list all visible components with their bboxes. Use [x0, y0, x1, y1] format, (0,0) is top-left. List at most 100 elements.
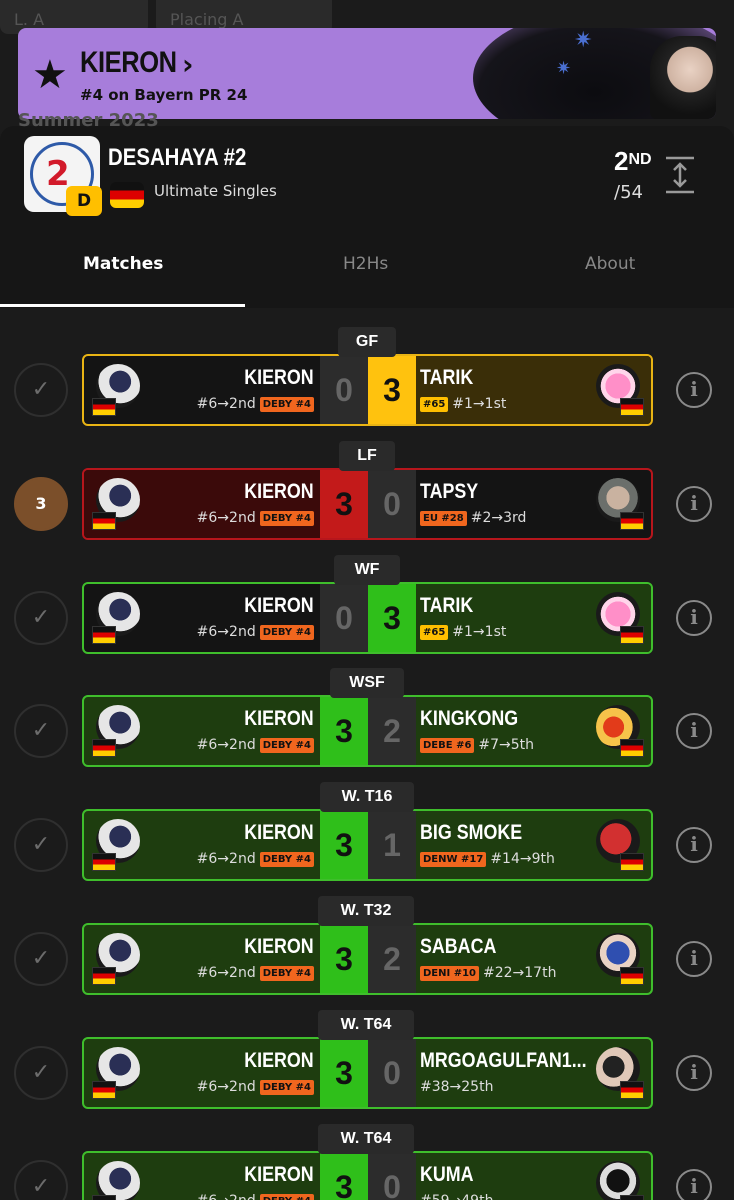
match-row[interactable]: 3 KIERON #6→2nd DEBY #4 3 0 TAPSY EU #28…	[0, 441, 734, 555]
right-score: 0	[368, 470, 416, 538]
germany-flag-icon	[620, 967, 644, 985]
check-icon[interactable]: ✓	[14, 363, 68, 417]
right-player-name: TARIK	[420, 366, 474, 389]
check-icon[interactable]: ✓	[14, 818, 68, 872]
left-avatar	[92, 933, 142, 985]
right-seed: #2→3rd	[470, 510, 527, 526]
right-seed: #59→49th	[420, 1193, 493, 1200]
right-avatar	[592, 1161, 644, 1200]
left-avatar	[92, 478, 142, 530]
info-icon[interactable]: i	[676, 941, 712, 977]
player-banner[interactable]: ✷ ✷ ★ KIERON › #4 on Bayern PR 24	[18, 28, 716, 119]
match-card[interactable]: KIERON #6→2nd DEBY #4 3 2 SABACA DENI #1…	[82, 923, 653, 995]
match-card[interactable]: KIERON #6→2nd DEBY #4 0 3 TARIK #65 #1→1…	[82, 582, 653, 654]
right-score: 2	[368, 925, 416, 993]
left-player-name: KIERON	[244, 1163, 314, 1186]
tier-badge: D	[66, 186, 102, 216]
expand-collapse-icon[interactable]	[664, 156, 696, 194]
right-avatar	[592, 1047, 644, 1099]
tab-matches[interactable]: Matches	[83, 254, 163, 274]
left-pr-tag: DEBY #4	[259, 1079, 314, 1095]
germany-flag-icon	[620, 739, 644, 757]
left-player: KIERON #6→2nd DEBY #4	[84, 356, 320, 424]
match-row[interactable]: ✓ KIERON #6→2nd DEBY #4 0 3 TARIK #65 #1…	[0, 555, 734, 669]
player-ranking: #4 on Bayern PR 24	[80, 86, 248, 104]
left-seed: #6→2nd	[196, 624, 256, 640]
left-avatar	[92, 1161, 142, 1200]
right-player-meta: DENI #10 #22→17th	[420, 965, 556, 981]
info-icon[interactable]: i	[676, 372, 712, 408]
left-pr-tag: DEBY #4	[259, 510, 314, 526]
left-score: 3	[320, 470, 368, 538]
match-card[interactable]: KIERON #6→2nd DEBY #4 3 0 TAPSY EU #28 #…	[82, 468, 653, 540]
germany-flag-icon	[92, 739, 116, 757]
right-pr-tag: #65	[420, 624, 449, 640]
left-pr-tag: DEBY #4	[259, 1193, 314, 1200]
match-row[interactable]: ✓ KIERON #6→2nd DEBY #4 0 3 TARIK #65 #1…	[0, 327, 734, 441]
germany-flag-icon	[92, 398, 116, 416]
tab-h2hs[interactable]: H2Hs	[343, 254, 388, 274]
right-player: KINGKONG DEBE #6 #7→5th	[416, 697, 651, 765]
left-player-meta: #6→2nd DEBY #4	[197, 737, 314, 753]
tab-about[interactable]: About	[585, 254, 635, 274]
right-player: TARIK #65 #1→1st	[416, 356, 651, 424]
check-icon[interactable]: ✓	[14, 932, 68, 986]
left-player-meta: #6→2nd DEBY #4	[197, 1193, 314, 1200]
right-player-meta: DEBE #6 #7→5th	[420, 737, 534, 753]
placement-suffix: ND	[628, 151, 652, 168]
germany-flag-icon	[92, 853, 116, 871]
match-card[interactable]: KIERON #6→2nd DEBY #4 3 2 KINGKONG DEBE …	[82, 695, 653, 767]
left-score: 3	[320, 1039, 368, 1107]
info-icon[interactable]: i	[676, 600, 712, 636]
info-icon[interactable]: i	[676, 1055, 712, 1091]
left-player: KIERON #6→2nd DEBY #4	[84, 811, 320, 879]
match-row[interactable]: ✓ KIERON #6→2nd DEBY #4 3 2 SABACA DENI …	[0, 896, 734, 1010]
left-score: 0	[320, 356, 368, 424]
event-game: Ultimate Singles	[154, 182, 277, 200]
left-player-name: KIERON	[244, 594, 314, 617]
right-player-name: KUMA	[420, 1163, 474, 1186]
left-seed: #6→2nd	[197, 1193, 256, 1200]
right-avatar	[592, 478, 644, 530]
right-pr-tag: #65	[420, 396, 449, 412]
info-icon[interactable]: i	[676, 827, 712, 863]
check-icon[interactable]: ✓	[14, 1046, 68, 1100]
match-card[interactable]: KIERON #6→2nd DEBY #4 3 0 MRGOAGULFAN1..…	[82, 1037, 653, 1109]
left-score: 3	[320, 811, 368, 879]
round-label: W. T32	[318, 896, 414, 926]
entrant-count: /54	[614, 182, 643, 203]
left-player-name: KIERON	[244, 821, 314, 844]
placement-number: 2	[614, 146, 629, 176]
left-player-name: KIERON	[244, 480, 314, 503]
left-player: KIERON #6→2nd DEBY #4	[84, 1153, 320, 1200]
info-icon[interactable]: i	[676, 713, 712, 749]
match-card[interactable]: KIERON #6→2nd DEBY #4 0 3 TARIK #65 #1→1…	[82, 354, 653, 426]
check-icon[interactable]: ✓	[14, 1160, 68, 1200]
right-score: 0	[368, 1153, 416, 1200]
match-card[interactable]: KIERON #6→2nd DEBY #4 3 1 BIG SMOKE DENW…	[82, 809, 653, 881]
match-row[interactable]: ✓ KIERON #6→2nd DEBY #4 3 0 KUMA	[0, 1124, 734, 1200]
left-avatar	[92, 705, 142, 757]
match-row[interactable]: ✓ KIERON #6→2nd DEBY #4 3 1 BIG SMOKE DE…	[0, 782, 734, 896]
placement-badge[interactable]: 3	[14, 477, 68, 531]
germany-flag-icon	[92, 1081, 116, 1099]
left-player-name: KIERON	[244, 707, 314, 730]
check-icon[interactable]: ✓	[14, 704, 68, 758]
match-card[interactable]: KIERON #6→2nd DEBY #4 3 0 KUMA #59→49th	[82, 1151, 653, 1200]
left-score: 3	[320, 697, 368, 765]
check-icon[interactable]: ✓	[14, 591, 68, 645]
right-seed: #7→5th	[478, 737, 535, 753]
info-icon[interactable]: i	[676, 1169, 712, 1200]
right-player-name: TAPSY	[420, 480, 479, 503]
germany-flag-icon	[92, 967, 116, 985]
match-row[interactable]: ✓ KIERON #6→2nd DEBY #4 3 0 MRGOAGULFAN1…	[0, 1010, 734, 1124]
left-player-meta: #6→2nd DEBY #4	[197, 1079, 314, 1095]
right-player-meta: #59→49th	[420, 1193, 493, 1200]
right-score: 1	[368, 811, 416, 879]
left-player-meta: #6→2nd DEBY #4	[197, 965, 314, 981]
match-row[interactable]: ✓ KIERON #6→2nd DEBY #4 3 2 KINGKONG DEB…	[0, 668, 734, 782]
right-player-name: SABACA	[420, 935, 497, 958]
left-avatar	[92, 1047, 142, 1099]
right-player: MRGOAGULFAN1... #38→25th	[416, 1039, 651, 1107]
info-icon[interactable]: i	[676, 486, 712, 522]
